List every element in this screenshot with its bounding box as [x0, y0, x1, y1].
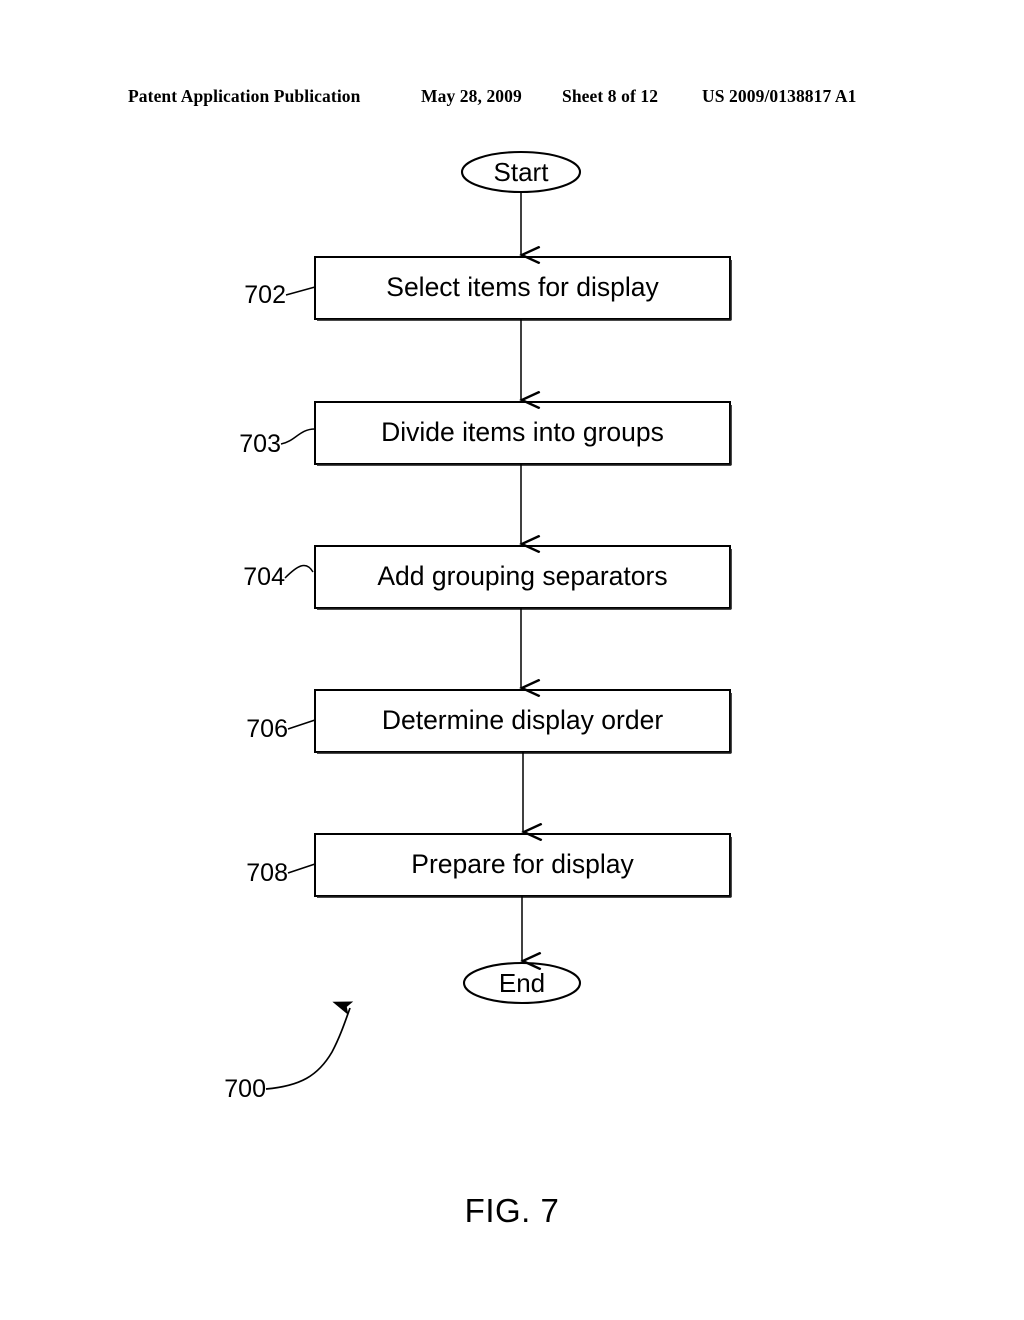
process-label-708: Prepare for display	[411, 849, 634, 879]
process-label-706: Determine display order	[381, 705, 664, 735]
end-terminator-label: End	[498, 968, 546, 998]
reference-number-706: 706	[246, 715, 288, 743]
callout-arrow-700	[265, 1001, 354, 1090]
process-label-703: Divide items into groups	[381, 417, 664, 447]
reference-number-703: 703	[239, 430, 281, 458]
start-terminator-label: Start	[493, 157, 549, 187]
leader-703	[280, 428, 316, 445]
process-label-704: Add grouping separators	[377, 561, 668, 591]
reference-number-702: 702	[244, 281, 286, 309]
leader-704	[284, 564, 314, 579]
leader-706	[287, 719, 316, 730]
leader-708	[287, 863, 316, 874]
flowchart-figure: Start Select items for display Divide it…	[0, 0, 1024, 1320]
reference-number-708: 708	[246, 859, 288, 887]
reference-number-700: 700	[224, 1075, 266, 1103]
leader-702	[285, 286, 316, 296]
figure-caption: FIG. 7	[464, 1192, 560, 1229]
process-label-702: Select items for display	[386, 272, 659, 302]
flowchart-vector-layer	[265, 150, 733, 1090]
reference-number-704: 704	[243, 563, 285, 591]
reference-leader-lines	[280, 286, 316, 874]
